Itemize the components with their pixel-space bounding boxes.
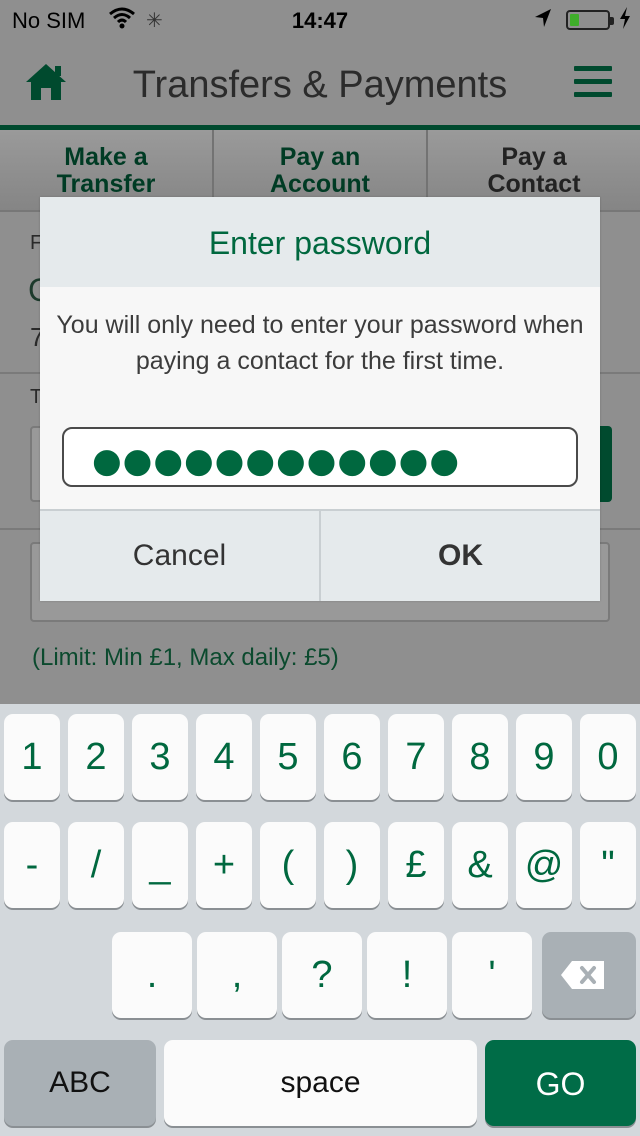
menu-icon[interactable] <box>574 66 612 100</box>
key-open-paren[interactable]: ( <box>260 822 316 908</box>
tab-label-line1: Make a <box>64 143 148 171</box>
dialog-title: Enter password <box>40 197 600 287</box>
password-field[interactable]: ●●●●●●●●●●●● <box>62 427 578 487</box>
space-key[interactable]: space <box>164 1040 477 1126</box>
tab-label-line2: Contact <box>487 170 581 198</box>
key-quote[interactable]: " <box>580 822 636 908</box>
key-9[interactable]: 9 <box>516 714 572 800</box>
limit-text: (Limit: Min £1, Max daily: £5) <box>32 644 339 671</box>
delete-key[interactable] <box>542 932 636 1018</box>
tab-label-line1: Pay a <box>501 143 567 171</box>
app-header: Transfers & Payments <box>0 40 640 130</box>
key-underscore[interactable]: _ <box>132 822 188 908</box>
contact-select-button[interactable] <box>598 426 612 502</box>
key-2[interactable]: 2 <box>68 714 124 800</box>
key-0[interactable]: 0 <box>580 714 636 800</box>
key-5[interactable]: 5 <box>260 714 316 800</box>
key-apostrophe[interactable]: ' <box>452 932 532 1018</box>
go-key[interactable]: GO <box>485 1040 636 1126</box>
key-7[interactable]: 7 <box>388 714 444 800</box>
dialog-buttons: Cancel OK <box>40 509 600 601</box>
dialog-message: You will only need to enter your passwor… <box>56 311 584 375</box>
status-bar: No SIM ✳ 14:47 <box>0 0 640 40</box>
ok-button[interactable]: OK <box>321 511 600 601</box>
tab-label-line1: Pay an <box>279 143 361 171</box>
key-comma[interactable]: , <box>197 932 277 1018</box>
key-8[interactable]: 8 <box>452 714 508 800</box>
key-1[interactable]: 1 <box>4 714 60 800</box>
location-arrow-icon <box>535 9 551 27</box>
charging-bolt-icon <box>620 7 630 29</box>
keyboard: 1 2 3 4 5 6 7 8 9 0 - / _ + ( ) £ & @ " … <box>0 704 640 1136</box>
key-plus[interactable]: + <box>196 822 252 908</box>
key-hyphen[interactable]: - <box>4 822 60 908</box>
cancel-button[interactable]: Cancel <box>40 511 321 601</box>
key-3[interactable]: 3 <box>132 714 188 800</box>
key-period[interactable]: . <box>112 932 192 1018</box>
tab-label-line2: Transfer <box>56 170 156 198</box>
tab-label-line2: Account <box>270 170 370 198</box>
key-exclamation[interactable]: ! <box>367 932 447 1018</box>
backspace-icon <box>561 961 604 989</box>
battery-icon <box>566 10 614 30</box>
key-close-paren[interactable]: ) <box>324 822 380 908</box>
password-dialog: Enter password You will only need to ent… <box>40 197 600 601</box>
key-question[interactable]: ? <box>282 932 362 1018</box>
screen: No SIM ✳ 14:47 Transfers & Payments Make… <box>0 0 640 1136</box>
key-ampersand[interactable]: & <box>452 822 508 908</box>
key-4[interactable]: 4 <box>196 714 252 800</box>
key-6[interactable]: 6 <box>324 714 380 800</box>
key-slash[interactable]: / <box>68 822 124 908</box>
abc-key[interactable]: ABC <box>4 1040 156 1126</box>
key-pound[interactable]: £ <box>388 822 444 908</box>
page-title: Transfers & Payments <box>132 64 508 106</box>
key-at[interactable]: @ <box>516 822 572 908</box>
